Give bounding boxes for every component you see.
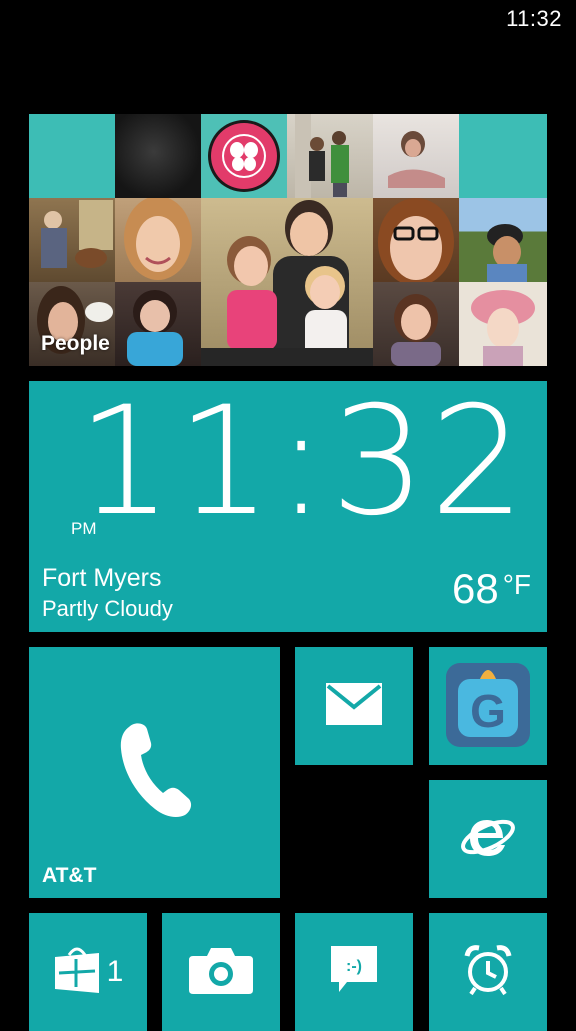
people-photo <box>115 198 201 282</box>
store-icon <box>53 945 101 1000</box>
people-label: People <box>41 332 110 355</box>
alarm-tile[interactable] <box>429 913 547 1031</box>
people-photo <box>115 114 201 198</box>
people-photo <box>459 198 547 282</box>
alarm-clock-icon <box>463 944 513 1001</box>
camera-icon <box>189 946 253 999</box>
temperature-value: 68 <box>451 565 499 612</box>
messaging-glyph: :-) <box>346 958 362 975</box>
g-app-letter: G <box>470 685 506 737</box>
people-photo <box>459 282 547 366</box>
people-photo <box>373 114 459 198</box>
internet-explorer-icon <box>459 810 517 869</box>
people-photo <box>29 114 115 198</box>
weather-city: Fort Myers <box>42 564 162 592</box>
internet-explorer-tile[interactable] <box>429 780 547 898</box>
mail-icon <box>326 682 382 730</box>
g-app-icon: G <box>446 661 530 752</box>
clock-ampm: PM <box>71 519 97 538</box>
store-update-count: 1 <box>106 955 124 988</box>
people-tile[interactable]: People <box>29 114 547 366</box>
people-photo <box>29 198 115 282</box>
carrier-label: AT&T <box>42 864 97 887</box>
phone-tile[interactable]: AT&T <box>29 647 280 898</box>
people-photo <box>287 114 373 198</box>
store-tile[interactable]: 1 <box>29 913 147 1031</box>
people-photo <box>115 282 201 366</box>
weather-temperature: 68 °F <box>452 565 531 613</box>
status-time: 11:32 <box>506 6 562 31</box>
people-photo <box>373 282 459 366</box>
phone-icon <box>117 719 193 824</box>
weather-condition: Partly Cloudy <box>42 596 173 621</box>
messaging-tile[interactable]: :-) <box>295 913 413 1031</box>
people-photo <box>201 198 373 366</box>
temperature-unit: °F <box>502 569 531 600</box>
g-app-tile[interactable]: G <box>429 647 547 765</box>
people-photo <box>201 114 287 198</box>
clock-weather-tile[interactable]: 11:32 PM Fort Myers Partly Cloudy 68 °F <box>29 381 547 632</box>
people-photo <box>373 198 459 282</box>
people-photo <box>459 114 547 198</box>
messaging-icon: :-) <box>331 945 377 999</box>
mail-tile[interactable] <box>295 647 413 765</box>
camera-tile[interactable] <box>162 913 280 1031</box>
clock-time: 11:32 <box>77 381 530 549</box>
